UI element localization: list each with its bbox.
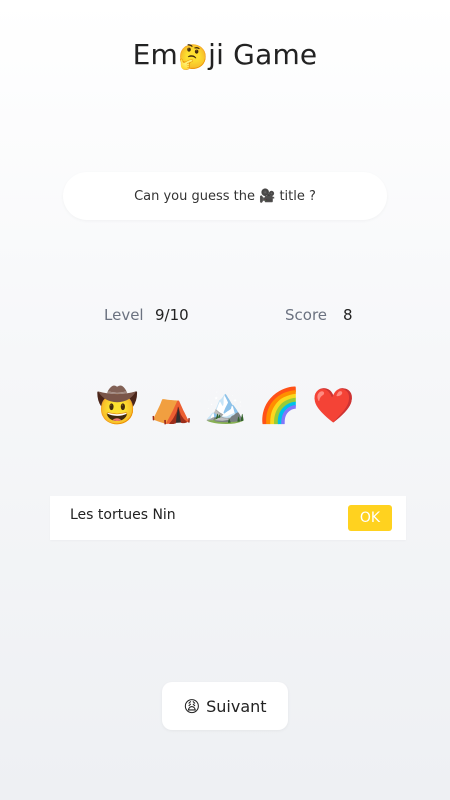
ok-button[interactable]: OK xyxy=(348,505,392,531)
next-button[interactable]: 😩 Suivant xyxy=(162,682,288,730)
emoji-clues: 🤠 ⛺ 🏔️ 🌈 ❤️ xyxy=(0,384,450,428)
thinking-face-icon: 🤔 xyxy=(178,43,209,71)
answer-input[interactable] xyxy=(70,507,340,523)
title-prefix: Em xyxy=(132,38,179,71)
mountain-icon: 🏔️ xyxy=(204,386,247,426)
weary-face-icon: 😩 xyxy=(183,696,201,716)
question-prompt: Can you guess the 🎥 title ? xyxy=(63,172,387,220)
stats-bar: Level 9/10 Score 8 xyxy=(0,306,450,330)
tent-icon: ⛺ xyxy=(150,386,193,426)
level-label: Level xyxy=(104,306,144,324)
question-text: Can you guess the 🎥 title ? xyxy=(134,188,316,204)
app-title: Em🤔ji Game xyxy=(0,38,450,71)
rainbow-icon: 🌈 xyxy=(258,386,301,426)
level-value: 9/10 xyxy=(155,306,189,324)
title-suffix: ji Game xyxy=(208,38,318,71)
score-label: Score xyxy=(285,306,328,324)
answer-box: OK xyxy=(50,496,406,540)
score-value: 8 xyxy=(343,306,353,324)
next-button-label: Suivant xyxy=(206,696,267,716)
cowboy-face-icon: 🤠 xyxy=(96,386,139,426)
red-heart-icon: ❤️ xyxy=(312,386,355,426)
